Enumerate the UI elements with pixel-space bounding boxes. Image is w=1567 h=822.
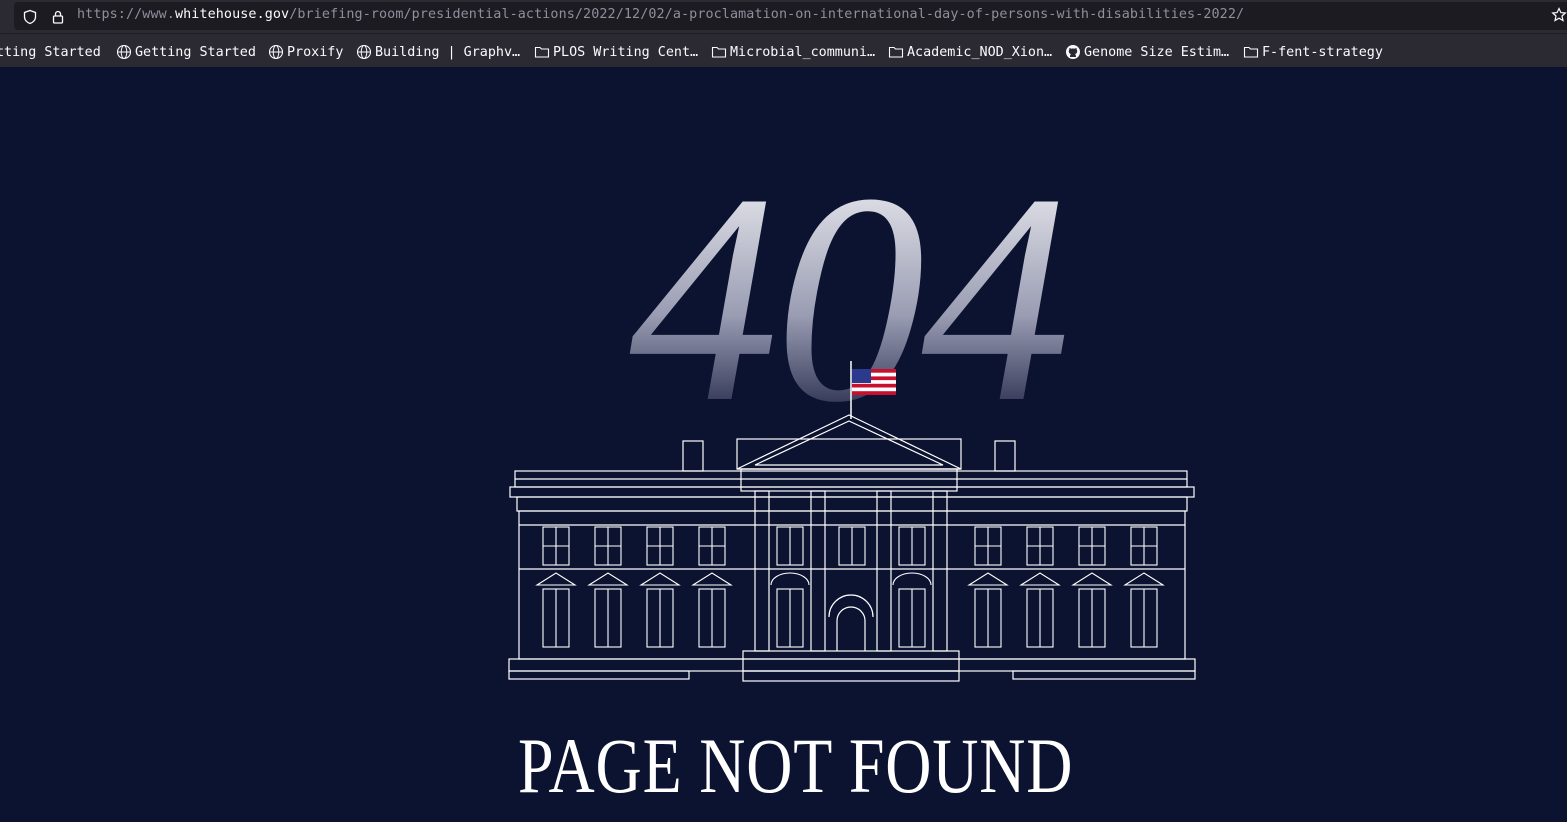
bookmark-label: Getting Started bbox=[135, 44, 256, 60]
bookmark-label: F-fent-strategy bbox=[1262, 44, 1383, 60]
bookmark-item[interactable]: Proxify bbox=[268, 43, 343, 61]
american-flag-icon bbox=[852, 369, 896, 395]
folder-icon bbox=[1243, 46, 1259, 58]
upper-windows bbox=[542, 526, 1158, 566]
bookmark-label: Genome Size Estim… bbox=[1084, 44, 1230, 60]
bookmarks-toolbar: tting Started Getting Started Proxify Bu… bbox=[0, 33, 1567, 68]
bookmark-star-icon[interactable] bbox=[1551, 7, 1567, 23]
bookmark-item[interactable]: Microbial_communi… bbox=[711, 43, 875, 61]
lower-windows bbox=[535, 572, 1165, 648]
bookmark-label: Academic_NOD_Xion… bbox=[907, 44, 1053, 60]
white-house-illustration bbox=[508, 361, 1196, 682]
error-page: 404 PAGE NOT FOUND bbox=[0, 67, 1567, 822]
globe-icon bbox=[116, 44, 132, 60]
url-text[interactable]: https://www.whitehouse.gov/briefing-room… bbox=[77, 7, 1244, 22]
url-path: /briefing-room/presidential-actions/2022… bbox=[289, 7, 1245, 22]
bookmark-label: PLOS Writing Cent… bbox=[553, 44, 699, 60]
globe-icon bbox=[356, 44, 372, 60]
bookmark-item[interactable]: Genome Size Estim… bbox=[1065, 43, 1229, 61]
page-not-found-heading: PAGE NOT FOUND bbox=[518, 722, 1074, 809]
folder-icon bbox=[711, 46, 727, 58]
github-icon bbox=[1066, 45, 1080, 59]
folder-icon bbox=[534, 46, 550, 58]
url-domain: whitehouse.gov bbox=[174, 7, 290, 22]
bookmark-item[interactable]: PLOS Writing Cent… bbox=[534, 43, 698, 61]
bookmark-label: tting Started bbox=[0, 44, 101, 60]
folder-icon bbox=[888, 46, 904, 58]
bookmark-label: Microbial_communi… bbox=[730, 44, 876, 60]
url-prefix: https://www. bbox=[77, 7, 175, 22]
globe-icon bbox=[268, 44, 284, 60]
bookmark-label: Building | Graphv… bbox=[375, 44, 521, 60]
url-bar: https://www.whitehouse.gov/briefing-room… bbox=[0, 0, 1567, 33]
tracking-shield-icon[interactable] bbox=[22, 9, 38, 25]
bookmark-item[interactable]: Academic_NOD_Xion… bbox=[888, 43, 1052, 61]
lock-icon[interactable] bbox=[50, 9, 66, 25]
bookmark-item[interactable]: F-fent-strategy bbox=[1243, 43, 1383, 61]
bookmark-item[interactable]: tting Started bbox=[0, 43, 101, 61]
bookmark-item[interactable]: Getting Started bbox=[116, 43, 256, 61]
bookmark-label: Proxify bbox=[287, 44, 344, 60]
bookmark-item[interactable]: Building | Graphv… bbox=[356, 43, 520, 61]
